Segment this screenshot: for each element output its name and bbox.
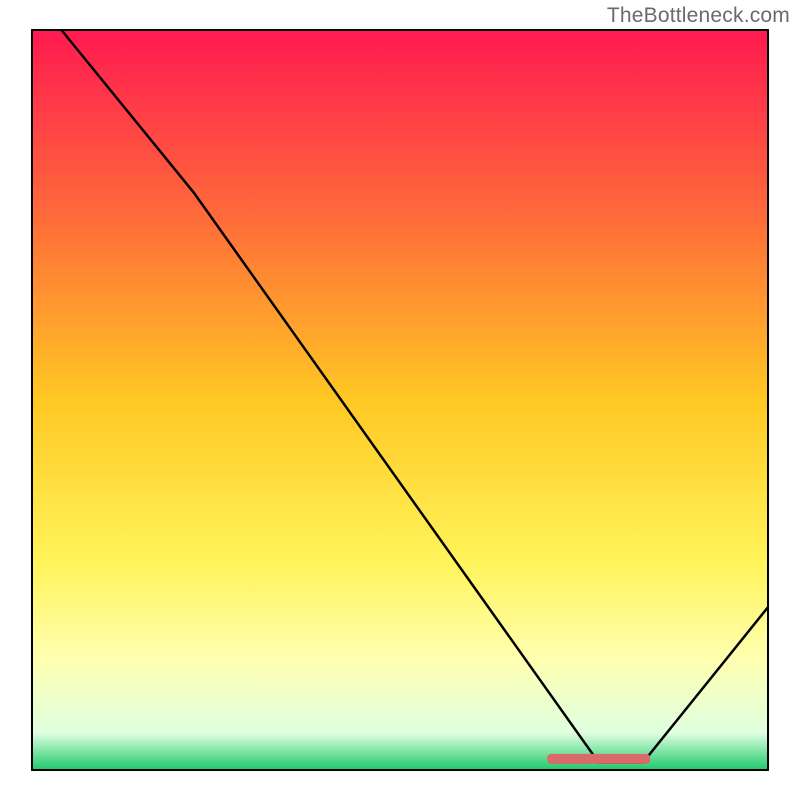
watermark-label: TheBottleneck.com (607, 4, 790, 28)
optimal-range-marker (547, 754, 650, 764)
chart-container: TheBottleneck.com (0, 0, 800, 800)
gradient-background (32, 30, 768, 770)
bottleneck-chart (0, 0, 800, 800)
